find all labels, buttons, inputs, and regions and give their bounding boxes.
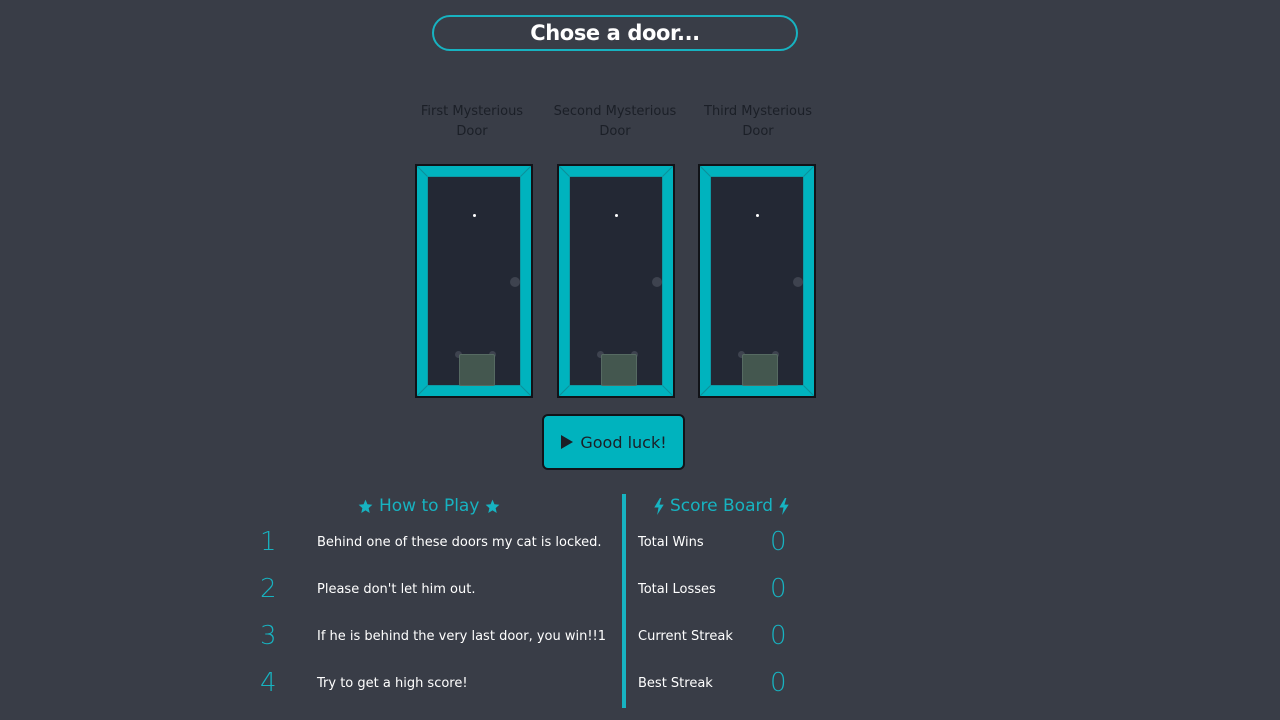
cat-flap (601, 354, 637, 386)
rule-text: If he is behind the very last door, you … (317, 629, 607, 644)
star-icon (486, 499, 500, 513)
lightning-icon (654, 497, 664, 515)
doorknob-icon (793, 277, 803, 287)
rule-number: 1 (260, 527, 277, 557)
door-first[interactable] (415, 164, 533, 398)
rule-text: Please don't let him out. (317, 582, 476, 597)
score-value-total-losses: 0 (770, 574, 787, 604)
rule-text: Behind one of these doors my cat is lock… (317, 535, 602, 550)
score-label-current-streak: Current Streak (638, 629, 733, 644)
door-label-third: Third Mysterious Door (704, 104, 812, 139)
page-title: Chose a door... (432, 15, 798, 51)
score-value-best-streak: 0 (770, 668, 787, 698)
cat-flap (459, 354, 495, 386)
doorknob-icon (510, 277, 520, 287)
door-panel (427, 176, 521, 386)
score-board-header: Score Board (654, 496, 789, 516)
door-second[interactable] (557, 164, 675, 398)
score-value-current-streak: 0 (770, 621, 787, 651)
door-label-first: First Mysterious Door (420, 104, 524, 139)
rule-number: 2 (260, 574, 277, 604)
play-icon (561, 435, 574, 449)
score-board-title: Score Board (670, 496, 773, 516)
peephole-icon (473, 214, 476, 217)
section-divider (622, 494, 626, 708)
score-label-total-wins: Total Wins (638, 535, 704, 550)
rule-text: Try to get a high score! (317, 676, 468, 691)
door-label-second: Second Mysterious Door (553, 104, 677, 139)
door-panel (569, 176, 663, 386)
good-luck-button[interactable]: Good luck! (542, 414, 685, 470)
rule-number: 4 (260, 668, 277, 698)
score-label-best-streak: Best Streak (638, 676, 713, 691)
peephole-icon (615, 214, 618, 217)
how-to-play-header: How to Play (358, 496, 500, 516)
doorknob-icon (652, 277, 662, 287)
title-text: Chose a door... (530, 21, 700, 45)
score-value-total-wins: 0 (770, 527, 787, 557)
star-icon (358, 499, 373, 513)
peephole-icon (756, 214, 759, 217)
lightning-icon (779, 497, 789, 515)
rule-number: 3 (260, 621, 277, 651)
score-label-total-losses: Total Losses (638, 582, 716, 597)
door-third[interactable] (698, 164, 816, 398)
door-panel (710, 176, 804, 386)
how-to-play-title: How to Play (379, 496, 480, 516)
cat-flap (742, 354, 778, 386)
good-luck-label: Good luck! (580, 432, 667, 452)
game-page: Chose a door... First Mysterious Door Se… (0, 0, 1280, 720)
